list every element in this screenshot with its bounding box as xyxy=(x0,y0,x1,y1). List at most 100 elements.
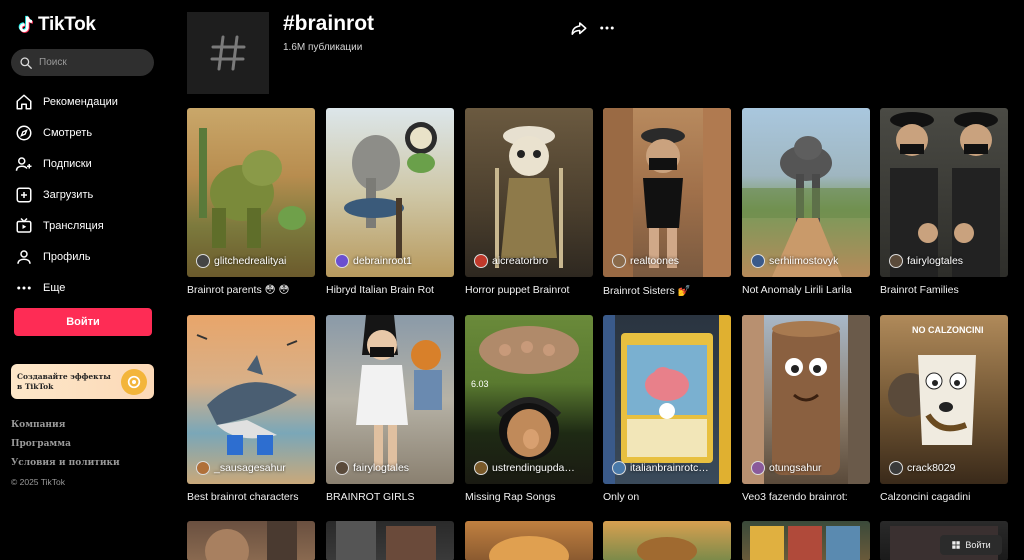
video-caption[interactable]: Brainrot Sisters 💅 xyxy=(603,284,731,297)
nav-item-upload[interactable]: Загрузить xyxy=(15,179,118,210)
floating-login-button[interactable]: Войти xyxy=(940,535,1002,555)
video-caption[interactable]: BRAINROT GIRLS xyxy=(326,491,454,503)
video-author[interactable]: aicreatorbro xyxy=(474,254,548,268)
video-caption[interactable]: Calzoncini cagadini xyxy=(880,491,1008,503)
video-author[interactable]: italianbrainrotc… xyxy=(612,461,709,475)
video-thumbnail[interactable]: 6.03 ustrendingupda… xyxy=(465,315,593,484)
video-card[interactable]: serhiimostovyk Not Anomaly Lirili Larila xyxy=(742,108,870,296)
video-card[interactable]: otungsahur Veo3 fazendo brainrot: xyxy=(742,315,870,503)
video-card[interactable]: aicreatorbro Horror puppet Brainrot xyxy=(465,108,593,296)
copyright: © 2025 TikTok xyxy=(11,477,65,487)
video-card[interactable]: _sausagesahur Best brainrot characters xyxy=(187,315,315,503)
video-thumbnail[interactable]: italianbrainrotc… xyxy=(603,315,731,484)
video-thumbnail[interactable]: glitchedrealityai xyxy=(187,108,315,277)
video-card[interactable] xyxy=(187,521,315,560)
upload-icon xyxy=(16,187,32,202)
effect-house-icon xyxy=(121,368,147,395)
video-author[interactable]: fairylogtales xyxy=(335,461,409,475)
video-thumbnail[interactable]: aicreatorbro xyxy=(465,108,593,277)
video-card[interactable] xyxy=(465,521,593,560)
video-author[interactable]: realtoones xyxy=(612,254,679,268)
nav-item-explore[interactable]: Смотреть xyxy=(15,117,118,148)
video-thumbnail[interactable] xyxy=(187,521,315,560)
video-card[interactable]: realtoones Brainrot Sisters 💅 xyxy=(603,108,731,297)
footer-link-terms[interactable]: Условия и политики xyxy=(11,458,120,477)
video-card[interactable] xyxy=(742,521,870,560)
live-icon xyxy=(16,217,32,233)
video-thumbnail[interactable]: NO CALZONCINI crack8029 xyxy=(880,315,1008,484)
nav-label: Профиль xyxy=(43,250,91,263)
video-author[interactable]: debrainroot1 xyxy=(335,254,412,268)
search-input[interactable] xyxy=(39,57,139,68)
video-thumbnail[interactable] xyxy=(603,521,731,560)
video-thumbnail[interactable] xyxy=(465,521,593,560)
video-thumbnail[interactable] xyxy=(326,521,454,560)
video-thumbnail[interactable]: fairylogtales xyxy=(880,108,1008,277)
sidebar: TikTok Рекомендации Смотреть Подписки За… xyxy=(0,0,168,560)
video-caption[interactable]: Only on xyxy=(603,491,731,503)
video-author[interactable]: _sausagesahur xyxy=(196,461,286,475)
svg-text:6.03: 6.03 xyxy=(471,379,489,389)
video-author[interactable]: ustrendingupda… xyxy=(474,461,575,475)
footer: Компания Программа Условия и политики © … xyxy=(11,420,120,487)
video-caption[interactable]: Veo3 fazendo brainrot: xyxy=(742,491,870,503)
video-card[interactable]: fairylogtales Brainrot Families xyxy=(880,108,1008,296)
video-card[interactable]: NO CALZONCINI crack8029 Calzoncini cagad… xyxy=(880,315,1008,503)
video-thumbnail[interactable] xyxy=(742,521,870,560)
video-preview-image: 6.03 xyxy=(471,326,579,460)
video-card[interactable] xyxy=(326,521,454,560)
video-preview-image: NO CALZONCINI xyxy=(888,325,984,445)
video-author[interactable]: serhiimostovyk xyxy=(751,254,838,268)
video-thumbnail[interactable]: debrainroot1 xyxy=(326,108,454,277)
nav-label: Еще xyxy=(43,281,66,294)
video-card[interactable]: 6.03 ustrendingupda… Missing Rap Songs xyxy=(465,315,593,503)
video-caption[interactable]: Missing Rap Songs xyxy=(465,491,593,503)
nav-item-home[interactable]: Рекомендации xyxy=(15,86,118,117)
video-author[interactable]: crack8029 xyxy=(889,461,955,475)
video-thumbnail[interactable]: realtoones xyxy=(603,108,731,277)
video-caption[interactable]: Horror puppet Brainrot xyxy=(465,284,593,296)
nav-item-following[interactable]: Подписки xyxy=(15,148,118,179)
video-preview-image xyxy=(196,334,298,455)
nav-label: Подписки xyxy=(43,157,92,170)
hashtag-icon xyxy=(210,35,246,71)
video-card[interactable]: italianbrainrotc… Only on xyxy=(603,315,731,503)
profile-icon xyxy=(17,249,31,264)
video-preview-image xyxy=(750,526,860,560)
video-thumbnail[interactable]: fairylogtales xyxy=(326,315,454,484)
video-caption[interactable]: Best brainrot characters xyxy=(187,491,315,503)
nav-item-profile[interactable]: Профиль xyxy=(15,241,118,272)
create-effects-banner[interactable]: Создавайте эффекты в TikTok xyxy=(11,364,154,399)
video-author[interactable]: glitchedrealityai xyxy=(196,254,286,268)
avatar xyxy=(751,461,765,475)
tiktok-logo[interactable]: TikTok xyxy=(15,14,96,36)
sidebar-nav: Рекомендации Смотреть Подписки Загрузить… xyxy=(15,86,118,303)
grid-icon xyxy=(952,541,961,549)
video-preview-image xyxy=(742,315,870,484)
video-thumbnail[interactable]: _sausagesahur xyxy=(187,315,315,484)
video-caption[interactable]: Not Anomaly Lirili Larila xyxy=(742,284,870,296)
video-caption[interactable]: Hibryd Italian Brain Rot xyxy=(326,284,454,296)
video-caption[interactable]: Brainrot Families xyxy=(880,284,1008,296)
video-thumbnail[interactable]: serhiimostovyk xyxy=(742,108,870,277)
video-card[interactable]: fairylogtales BRAINROT GIRLS xyxy=(326,315,454,503)
nav-item-live[interactable]: Трансляция xyxy=(15,210,118,241)
video-preview-image xyxy=(742,136,870,277)
video-card[interactable]: debrainroot1 Hibryd Italian Brain Rot xyxy=(326,108,454,296)
video-author[interactable]: fairylogtales xyxy=(889,254,963,268)
avatar xyxy=(889,254,903,268)
footer-link-company[interactable]: Компания xyxy=(11,420,120,439)
nav-item-more[interactable]: Еще xyxy=(15,272,118,303)
floating-login-label: Войти xyxy=(965,540,991,550)
video-card[interactable]: glitchedrealityai Brainrot parents 😳 😳 xyxy=(187,108,315,296)
video-author[interactable]: otungsahur xyxy=(751,461,822,475)
share-icon[interactable] xyxy=(570,20,588,38)
search-bar[interactable] xyxy=(11,49,154,76)
footer-link-program[interactable]: Программа xyxy=(11,439,120,458)
video-thumbnail[interactable]: otungsahur xyxy=(742,315,870,484)
video-card[interactable] xyxy=(603,521,731,560)
more-options-icon[interactable] xyxy=(598,19,616,37)
login-button[interactable]: Войти xyxy=(14,308,152,336)
video-caption[interactable]: Brainrot parents 😳 😳 xyxy=(187,284,315,296)
avatar xyxy=(612,254,626,268)
